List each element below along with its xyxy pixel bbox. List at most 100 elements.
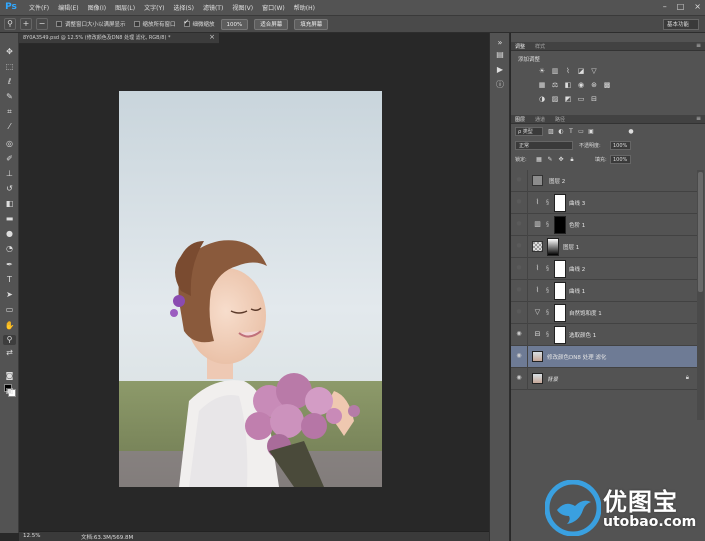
layer-row[interactable]: ● ▥ § 色阶 1 <box>511 214 697 236</box>
menu-select[interactable]: 选择(S) <box>173 3 194 12</box>
clone-stamp-tool-icon[interactable]: ⊥ <box>3 169 16 179</box>
zoom-all-option[interactable]: 缩放所有窗口 <box>133 20 176 28</box>
threshold-icon[interactable]: ◩ <box>563 95 573 104</box>
color-balance-icon[interactable]: ⚖ <box>550 81 560 90</box>
collapse-arrows-icon[interactable]: » <box>494 37 506 48</box>
layer-name[interactable]: 图层 1 <box>563 243 579 251</box>
layer-row[interactable]: ● 图层 1 <box>511 236 697 258</box>
layer-name[interactable]: 修改颜色DN8 处理 滤化 <box>547 353 606 361</box>
properties-panel-icon[interactable]: ⓘ <box>494 79 506 90</box>
visibility-eye-icon[interactable]: ● <box>515 198 523 206</box>
quick-select-tool-icon[interactable]: ✎ <box>3 92 16 102</box>
document-tab[interactable]: 8Y0A3549.psd @ 12.5% (修改颜色及DN8 处理 滤化, RG… <box>19 33 219 44</box>
brightness-icon[interactable]: ☀ <box>537 67 547 76</box>
menu-help[interactable]: 帮助(H) <box>294 3 315 12</box>
swap-colors-icon[interactable]: ⇄ <box>3 348 16 358</box>
path-select-tool-icon[interactable]: ➤ <box>3 290 16 300</box>
layer-row[interactable]: ◉ 修改颜色DN8 处理 滤化 <box>511 346 697 368</box>
layer-filter-select[interactable]: ρ 类型 <box>515 127 543 136</box>
tab-styles[interactable]: 样式 <box>535 43 545 50</box>
visibility-eye-icon[interactable]: ● <box>515 308 523 316</box>
layer-name[interactable]: 图层 2 <box>549 177 565 185</box>
actual-pixels-button[interactable]: 100% <box>220 18 249 30</box>
zoom-tool-icon[interactable]: ⚲ <box>3 335 16 345</box>
pen-tool-icon[interactable]: ✒ <box>3 260 16 270</box>
layer-row[interactable]: ◉ 背景 🔒︎ <box>511 368 697 390</box>
visibility-eye-icon[interactable]: ◉ <box>515 330 523 338</box>
posterize-icon[interactable]: ▨ <box>550 95 560 104</box>
eraser-tool-icon[interactable]: ◧ <box>3 199 16 209</box>
type-tool-icon[interactable]: T <box>3 275 16 285</box>
lock-transparency-icon[interactable]: ▦ <box>535 155 543 164</box>
scrubby-zoom-checkbox[interactable] <box>183 18 190 27</box>
layer-row[interactable]: ● 图层 2 <box>511 170 697 192</box>
shape-tool-icon[interactable]: ▭ <box>3 305 16 315</box>
fill-screen-button[interactable]: 填充屏幕 <box>294 18 329 30</box>
filter-toggle-icon[interactable]: ● <box>627 127 635 136</box>
document-image[interactable] <box>119 91 382 487</box>
lock-all-icon[interactable]: 🔒︎ <box>568 155 576 164</box>
move-tool-icon[interactable]: ✥ <box>3 47 16 57</box>
vibrance-icon[interactable]: ▽ <box>589 67 599 76</box>
photo-filter-icon[interactable]: ◉ <box>576 81 586 90</box>
blend-mode-select[interactable]: 正常 <box>515 141 573 150</box>
blur-tool-icon[interactable]: ● <box>3 229 16 239</box>
healing-brush-tool-icon[interactable]: ◎ <box>3 139 16 149</box>
selective-color-icon[interactable]: ⊟ <box>589 95 599 104</box>
history-brush-tool-icon[interactable]: ↺ <box>3 184 16 194</box>
zoom-in-icon[interactable]: + <box>20 18 32 30</box>
lock-position-icon[interactable]: ✥ <box>557 155 565 164</box>
layer-mask[interactable] <box>554 260 566 278</box>
layer-name[interactable]: 曲线 2 <box>569 265 585 273</box>
close-button[interactable]: × <box>694 2 701 12</box>
menu-edit[interactable]: 编辑(E) <box>58 3 78 12</box>
zoom-all-checkbox[interactable] <box>133 21 140 27</box>
tab-paths[interactable]: 路径 <box>555 116 565 123</box>
screen-mode-icon[interactable]: ▣ <box>3 386 16 396</box>
layer-mask[interactable] <box>547 238 559 256</box>
layer-mask[interactable] <box>554 194 566 212</box>
layer-row[interactable]: ● ⌇ § 曲线 1 <box>511 280 697 302</box>
layer-row[interactable]: ◉ ⊟ § 选取颜色 1 <box>511 324 697 346</box>
scrubby-zoom-option[interactable]: 细微缩放 <box>183 18 215 28</box>
zoom-tool-icon[interactable]: ⚲ <box>4 18 16 30</box>
marquee-tool-icon[interactable]: ⬚ <box>3 62 16 72</box>
menu-filter[interactable]: 滤镜(T) <box>203 3 223 12</box>
gradient-map-icon[interactable]: ▭ <box>576 95 586 104</box>
levels-icon[interactable]: ▥ <box>550 67 560 76</box>
layer-mask[interactable] <box>554 304 566 322</box>
visibility-eye-icon[interactable]: ● <box>515 242 523 250</box>
visibility-eye-icon[interactable]: ◉ <box>515 352 523 360</box>
layer-name[interactable]: 曲线 1 <box>569 287 585 295</box>
minimize-button[interactable]: – <box>663 2 667 12</box>
filter-adjustment-icon[interactable]: ◐ <box>557 127 565 136</box>
layer-row[interactable]: ● ▽ § 自然饱和度 1 <box>511 302 697 324</box>
tab-layers[interactable]: 图层 <box>515 116 525 123</box>
play-actions-icon[interactable]: ▶ <box>494 64 506 75</box>
maximize-button[interactable]: □ <box>677 2 685 12</box>
filter-smart-icon[interactable]: ▣ <box>587 127 595 136</box>
hand-tool-icon[interactable]: ✋ <box>3 321 16 331</box>
filter-type-icon[interactable]: T <box>567 127 575 136</box>
resize-windows-option[interactable]: 调整窗口大小以满屏显示 <box>56 20 126 28</box>
layer-mask[interactable] <box>554 216 566 234</box>
layers-menu-icon[interactable]: ≡ <box>696 115 701 122</box>
channel-mixer-icon[interactable]: ⊛ <box>589 81 599 90</box>
visibility-eye-icon[interactable]: ● <box>515 264 523 272</box>
workspace-select[interactable]: 基本功能 <box>663 19 699 30</box>
panel-menu-icon[interactable]: ≡ <box>696 42 701 49</box>
layer-row[interactable]: ● ⌇ § 曲线 2 <box>511 258 697 280</box>
opacity-field[interactable]: 100% <box>610 141 631 150</box>
layer-mask[interactable] <box>554 282 566 300</box>
menu-layer[interactable]: 图层(L) <box>115 3 135 12</box>
curves-icon[interactable]: ⌇ <box>563 67 573 76</box>
tab-adjustments[interactable]: 调整 <box>515 43 525 50</box>
resize-windows-checkbox[interactable] <box>56 21 62 27</box>
visibility-eye-icon[interactable]: ◉ <box>515 374 523 382</box>
visibility-eye-icon[interactable]: ● <box>515 220 523 228</box>
filter-shape-icon[interactable]: ▭ <box>577 127 585 136</box>
dodge-tool-icon[interactable]: ◔ <box>3 244 16 254</box>
fit-screen-button[interactable]: 适合屏幕 <box>254 18 289 30</box>
bw-icon[interactable]: ◧ <box>563 81 573 90</box>
lock-pixels-icon[interactable]: ✎ <box>546 155 554 164</box>
